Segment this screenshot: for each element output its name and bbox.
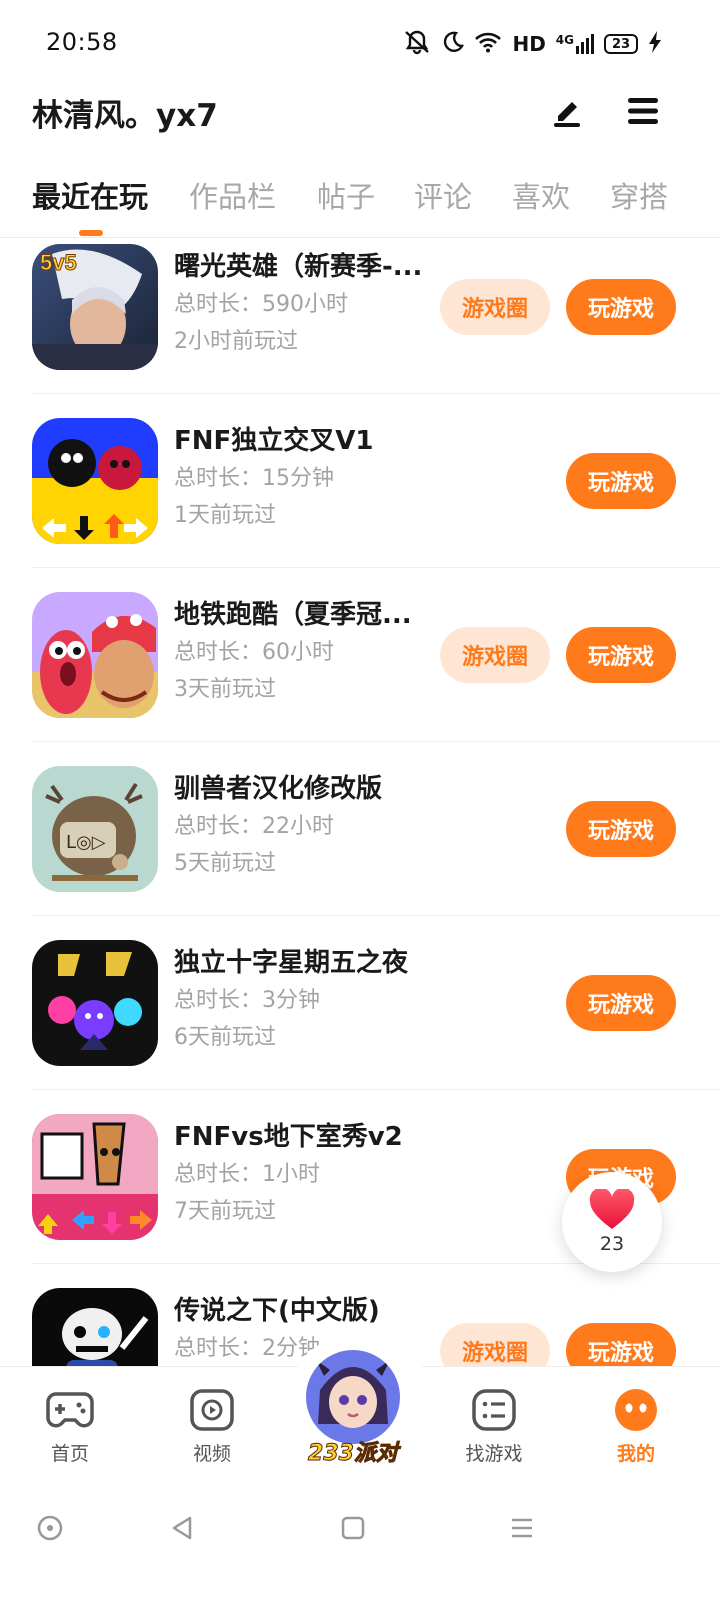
game-name: 地铁跑酷（夏季冠...: [174, 600, 412, 630]
charging-icon: [648, 30, 662, 58]
tab-outfits[interactable]: 穿搭: [610, 174, 668, 216]
beast-tamer-icon[interactable]: L◎▷: [32, 766, 158, 892]
list-item[interactable]: 独立十字星期五之夜 总时长：3分钟 6天前玩过 玩游戏: [0, 916, 720, 1090]
game-duration: 总时长：60小时: [174, 640, 334, 665]
list-item[interactable]: L◎▷ 驯兽者汉化修改版 总时长：22小时 5天前玩过 玩游戏: [0, 742, 720, 916]
video-play-icon: [187, 1385, 237, 1435]
basement-show-icon[interactable]: [32, 1114, 158, 1240]
game-last-played: 6天前玩过: [174, 1025, 276, 1050]
recents-button[interactable]: [502, 1508, 542, 1548]
play-game-button[interactable]: 玩游戏: [566, 627, 676, 683]
party-label[interactable]: 233派对: [300, 1435, 406, 1467]
gamepad-icon: [45, 1385, 95, 1435]
mute-bell-icon: [402, 29, 432, 60]
play-game-button[interactable]: 玩游戏: [566, 1323, 676, 1368]
home-button[interactable]: [333, 1508, 373, 1548]
svg-text:L◎▷: L◎▷: [66, 832, 106, 853]
game-last-played: 5天前玩过: [174, 851, 276, 876]
game-last-played: 7天前玩过: [174, 1199, 276, 1224]
nav-find-games[interactable]: 找游戏: [434, 1367, 554, 1487]
game-duration: 总时长：2分钟: [174, 1336, 320, 1361]
game-last-played: 2小时前玩过: [174, 329, 298, 354]
game-circle-button[interactable]: 游戏圈: [440, 279, 550, 335]
friday-night-icon[interactable]: [32, 940, 158, 1066]
pencil-icon: [554, 102, 580, 127]
play-game-button[interactable]: 玩游戏: [566, 975, 676, 1031]
nav-label: 我的: [616, 1443, 655, 1465]
play-game-button[interactable]: 玩游戏: [566, 279, 676, 335]
game-last-played: 1天前玩过: [174, 503, 276, 528]
play-game-button[interactable]: 玩游戏: [566, 453, 676, 509]
status-bar: 20:58 HD 4G 23: [0, 0, 720, 86]
like-count: 23: [599, 1233, 625, 1255]
game-name: 传说之下(中文版): [174, 1296, 380, 1326]
like-button[interactable]: 23: [562, 1172, 662, 1272]
list-item[interactable]: 5v5 曙光英雄（新赛季-... 总时长：590小时 2小时前玩过 游戏圈 玩游…: [0, 238, 720, 394]
game-name: FNFvs地下室秀v2: [174, 1122, 403, 1152]
game-name: 曙光英雄（新赛季-...: [174, 252, 423, 282]
game-name: 独立十字星期五之夜: [174, 948, 409, 978]
list-icon: [469, 1385, 519, 1435]
nav-label: 找游戏: [465, 1443, 523, 1465]
game-duration: 总时长：15分钟: [174, 466, 334, 491]
list-item[interactable]: 地铁跑酷（夏季冠... 总时长：60小时 3天前玩过 游戏圈 玩游戏: [0, 568, 720, 742]
tab-likes[interactable]: 喜欢: [512, 174, 570, 216]
system-navigation: [0, 1486, 720, 1600]
tab-posts[interactable]: 帖子: [317, 174, 375, 216]
subway-runner-icon[interactable]: [32, 592, 158, 718]
svg-text:5v5: 5v5: [40, 250, 77, 275]
hd-label: HD: [512, 32, 546, 56]
signal-icon: 4G: [556, 34, 594, 54]
wifi-icon: [474, 31, 502, 58]
nav-home[interactable]: 首页: [10, 1367, 130, 1487]
menu-lines-icon: [512, 1518, 532, 1538]
fnf-characters-icon[interactable]: [32, 418, 158, 544]
heart-icon: [589, 1189, 635, 1229]
party-avatar-icon[interactable]: [306, 1350, 400, 1444]
moon-icon: [442, 31, 465, 58]
game-name: FNF独立交叉V1: [174, 426, 374, 456]
back-triangle-icon: [172, 1516, 192, 1540]
tab-works[interactable]: 作品栏: [189, 174, 276, 216]
game-duration: 总时长：22小时: [174, 814, 334, 839]
tab-recent[interactable]: 最近在玩: [32, 174, 148, 216]
game-duration: 总时长：590小时: [174, 292, 348, 317]
game-last-played: 3天前玩过: [174, 677, 276, 702]
circle-dot-icon: [37, 1515, 63, 1541]
profile-tabs: 最近在玩 作品栏 帖子 评论 喜欢 穿搭: [0, 168, 720, 238]
back-button[interactable]: [162, 1508, 202, 1548]
game-circle-button[interactable]: 游戏圈: [440, 627, 550, 683]
menu-button[interactable]: [618, 86, 668, 136]
battery-icon: 23: [604, 34, 638, 54]
profile-face-icon: [611, 1385, 661, 1435]
nav-label: 首页: [50, 1443, 89, 1465]
status-icons: HD 4G 23: [402, 30, 662, 58]
nav-mine[interactable]: 我的: [576, 1367, 696, 1487]
nav-label: 视频: [192, 1443, 231, 1465]
hamburger-icon: [628, 98, 658, 124]
status-time: 20:58: [46, 28, 118, 56]
edit-button[interactable]: [542, 86, 592, 136]
game-name: 驯兽者汉化修改版: [174, 774, 383, 804]
play-game-button[interactable]: 玩游戏: [566, 801, 676, 857]
tab-indicator: [79, 230, 103, 236]
undertale-icon[interactable]: [32, 1288, 158, 1368]
game-duration: 总时长：3分钟: [174, 988, 320, 1013]
game-circle-button[interactable]: 游戏圈: [440, 1323, 550, 1368]
list-item[interactable]: FNF独立交叉V1 总时长：15分钟 1天前玩过 玩游戏: [0, 394, 720, 568]
nav-video[interactable]: 视频: [152, 1367, 272, 1487]
assistant-button[interactable]: [30, 1508, 70, 1548]
username: 林清风。yx7: [32, 98, 218, 134]
tab-comments[interactable]: 评论: [414, 174, 472, 216]
hero-portrait-icon[interactable]: 5v5: [32, 244, 158, 370]
profile-header: 林清风。yx7: [0, 86, 720, 156]
game-duration: 总时长：1小时: [174, 1162, 320, 1187]
square-icon: [341, 1516, 365, 1540]
